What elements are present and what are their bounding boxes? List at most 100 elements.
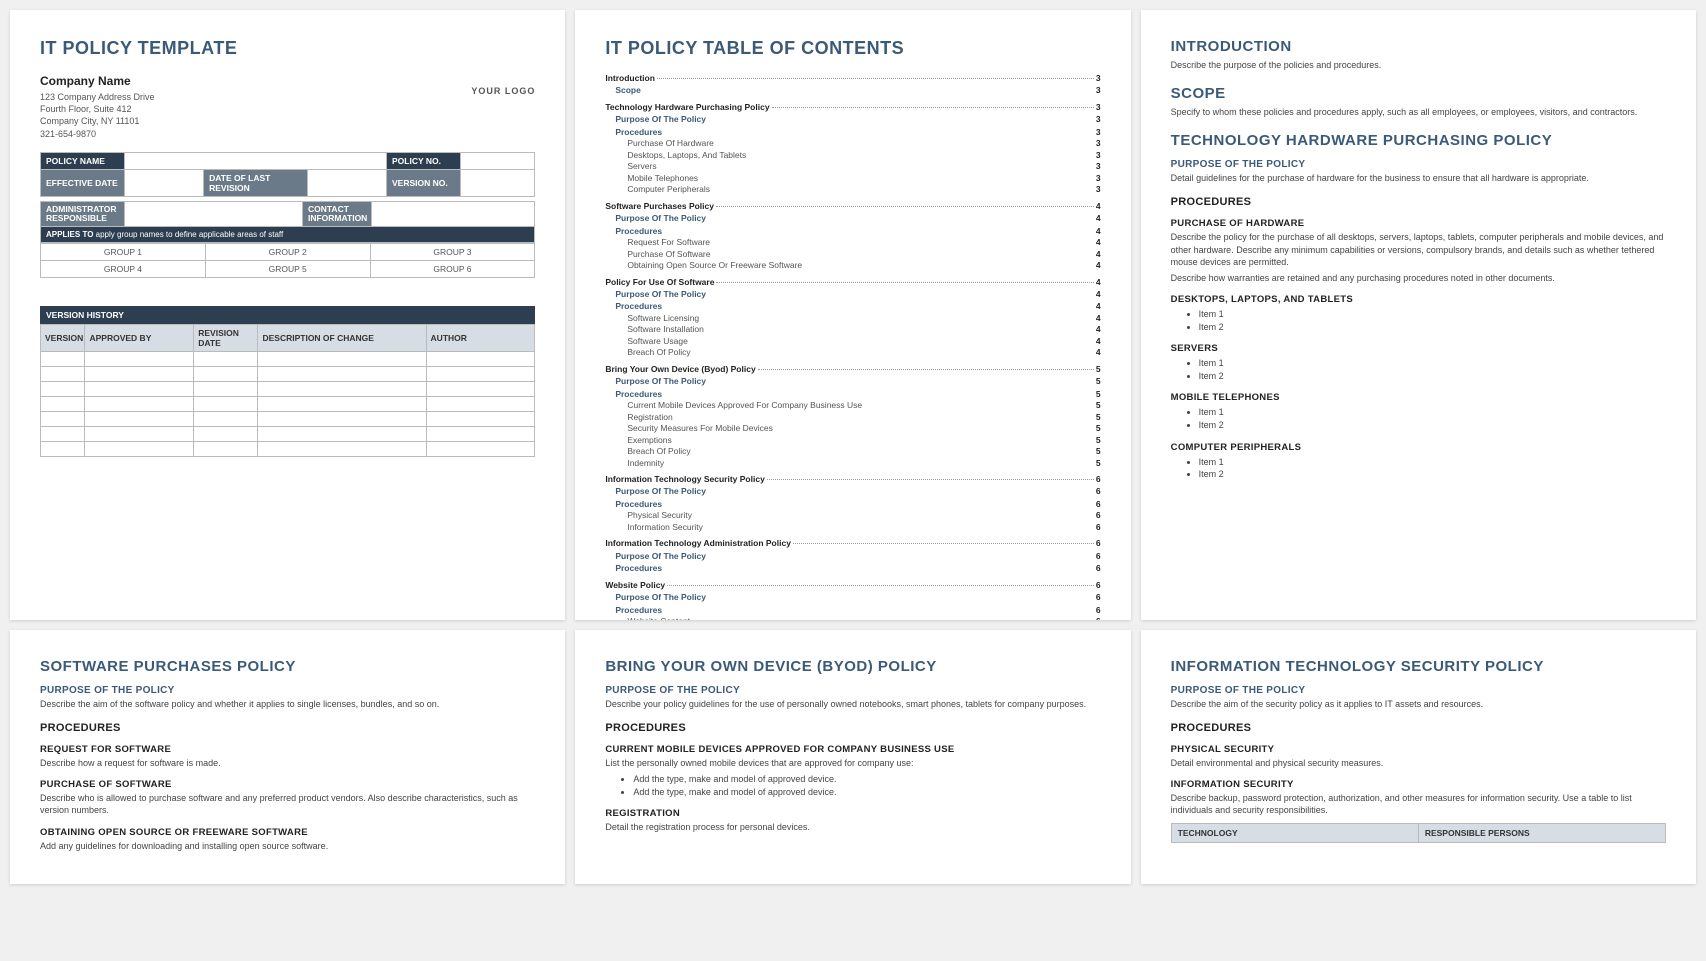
toc-entry: Information Technology Administration Po…	[605, 538, 1100, 549]
servers-list: Item 1 Item 2	[1199, 357, 1666, 382]
procedures-heading: PROCEDURES	[40, 722, 535, 734]
toc-entry: Purpose Of The Policy4	[615, 289, 1100, 300]
toc-label: Purpose Of The Policy	[615, 213, 706, 224]
toc-page: 3	[1096, 138, 1101, 149]
toc-leader	[705, 527, 1094, 528]
col-revision-date: REVISION DATE	[194, 325, 258, 352]
toc-page: 4	[1096, 277, 1101, 288]
applies-to-desc: apply group names to define applicable a…	[96, 230, 284, 239]
toc-page: 4	[1096, 324, 1101, 335]
list-item: Add the type, make and model of approved…	[633, 786, 1100, 799]
toc-label: Current Mobile Devices Approved For Comp…	[627, 400, 862, 411]
toc-page: 6	[1096, 474, 1101, 485]
label-contact-info: CONTACT INFORMATION	[302, 201, 371, 227]
col-description: DESCRIPTION OF CHANGE	[258, 325, 426, 352]
version-history-header: VERSION HISTORY	[40, 306, 535, 324]
responsibility-table: TECHNOLOGY RESPONSIBLE PERSONS	[1171, 823, 1666, 843]
groups-table: GROUP 1 GROUP 2 GROUP 3 GROUP 4 GROUP 5 …	[40, 243, 535, 278]
page-5-byod: BRING YOUR OWN DEVICE (BYOD) POLICY PURP…	[575, 630, 1130, 884]
servers-heading: SERVERS	[1171, 343, 1666, 354]
toc-page: 4	[1096, 201, 1101, 212]
col-version: VERSION	[41, 325, 85, 352]
field-version-no[interactable]	[461, 169, 535, 196]
toc-page: 4	[1096, 289, 1101, 300]
group-cell: GROUP 5	[205, 261, 370, 278]
toc-leader	[706, 329, 1094, 330]
version-history-table: VERSION APPROVED BY REVISION DATE DESCRI…	[40, 324, 535, 457]
company-addr3: Company City, NY 11101	[40, 115, 535, 127]
toc-page: 6	[1096, 605, 1101, 616]
toc-container: Introduction3Scope3Technology Hardware P…	[605, 73, 1100, 620]
toc-page: 4	[1096, 226, 1101, 237]
policy-meta-table: POLICY NAME POLICY NO. EFFECTIVE DATE DA…	[40, 152, 535, 197]
toc-leader	[643, 90, 1094, 91]
toc-label: Introduction	[605, 73, 655, 84]
toc-page: 4	[1096, 260, 1101, 271]
toc-label: Security Measures For Mobile Devices	[627, 423, 773, 434]
reg-text: Detail the registration process for pers…	[605, 821, 1100, 833]
toc-entry: Registration 5	[627, 412, 1100, 423]
field-effective-date[interactable]	[125, 169, 204, 196]
company-addr1: 123 Company Address Drive	[40, 91, 535, 103]
toc-page: 5	[1096, 458, 1101, 469]
field-admin-responsible[interactable]	[125, 201, 303, 227]
toc-leader	[708, 597, 1094, 598]
toc-page: 5	[1096, 400, 1101, 411]
security-title: INFORMATION TECHNOLOGY SECURITY POLICY	[1171, 658, 1666, 675]
field-contact-info[interactable]	[372, 201, 535, 227]
toc-entry: Procedures6	[615, 499, 1100, 510]
toc-entry: Scope3	[615, 85, 1100, 96]
toc-label: Obtaining Open Source Or Freeware Softwa…	[627, 260, 802, 271]
toc-page: 5	[1096, 412, 1101, 423]
mobile-heading: MOBILE TELEPHONES	[1171, 392, 1666, 403]
toc-entry: Software Usage4	[627, 336, 1100, 347]
toc-page: 4	[1096, 213, 1101, 224]
toc-label: Purchase Of Software	[627, 249, 710, 260]
toc-page: 4	[1096, 313, 1101, 324]
field-date-last-revision[interactable]	[307, 169, 386, 196]
field-policy-name[interactable]	[125, 152, 387, 169]
list-item: Item 1	[1199, 308, 1666, 321]
toc-leader	[708, 294, 1094, 295]
toc-entry: Website Policy6	[605, 580, 1100, 591]
toc-leader	[666, 463, 1094, 464]
logo-placeholder: YOUR LOGO	[471, 85, 535, 97]
toc-leader	[664, 132, 1094, 133]
toc-label: Software Installation	[627, 324, 704, 335]
toc-page: 3	[1096, 102, 1101, 113]
toc-leader	[748, 155, 1094, 156]
toc-page: 6	[1096, 563, 1101, 574]
list-item: Item 1	[1199, 357, 1666, 370]
field-policy-no[interactable]	[461, 152, 535, 169]
approved-devices-list: Add the type, make and model of approved…	[633, 773, 1100, 798]
toc-label: Mobile Telephones	[627, 173, 698, 184]
toc-leader	[804, 265, 1094, 266]
toc-entry: Obtaining Open Source Or Freeware Softwa…	[627, 260, 1100, 271]
toc-label: Indemnity	[627, 458, 664, 469]
info-text: Describe backup, password protection, au…	[1171, 792, 1666, 816]
group-cell: GROUP 3	[370, 244, 535, 261]
col-author: AUTHOR	[426, 325, 535, 352]
scope-heading: SCOPE	[1171, 85, 1666, 102]
toc-entry: Current Mobile Devices Approved For Comp…	[627, 400, 1100, 411]
scope-text: Specify to whom these policies and proce…	[1171, 106, 1666, 118]
toc-entry: Breach Of Policy5	[627, 446, 1100, 457]
procedures-heading: PROCEDURES	[605, 722, 1100, 734]
toc-leader	[664, 306, 1094, 307]
hardware-heading: TECHNOLOGY HARDWARE PURCHASING POLICY	[1171, 132, 1666, 149]
toc-label: Purpose Of The Policy	[615, 114, 706, 125]
toc-page: 3	[1096, 85, 1101, 96]
toc-label: Procedures	[615, 389, 662, 400]
mobile-list: Item 1 Item 2	[1199, 406, 1666, 431]
toc-leader	[700, 178, 1094, 179]
toc-leader	[772, 107, 1094, 108]
toc-page: 3	[1096, 73, 1101, 84]
toc-label: Breach Of Policy	[627, 347, 690, 358]
toc-page: 6	[1096, 499, 1101, 510]
toc-page: 5	[1096, 446, 1101, 457]
list-item: Add the type, make and model of approved…	[633, 773, 1100, 786]
purpose-heading: PURPOSE OF THE POLICY	[1171, 685, 1666, 696]
toc-leader	[667, 585, 1094, 586]
toc-leader	[659, 166, 1094, 167]
toc-label: Registration	[627, 412, 672, 423]
